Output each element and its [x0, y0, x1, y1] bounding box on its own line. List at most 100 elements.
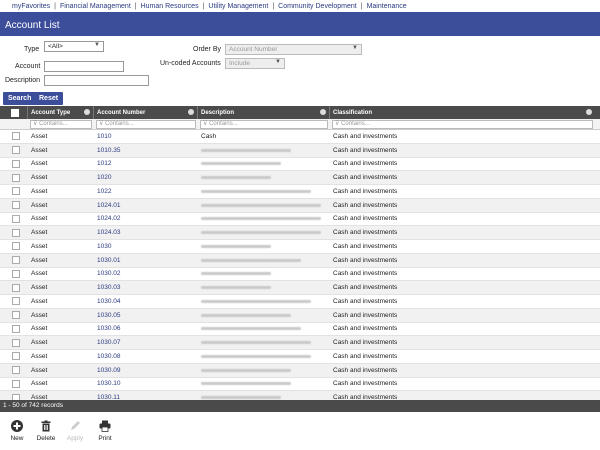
row-checkbox[interactable] [11, 352, 20, 361]
nav-human-resources[interactable]: Human Resources [141, 3, 199, 10]
cell-account-number[interactable]: 1030.07 [94, 336, 198, 349]
row-checkbox[interactable] [11, 201, 20, 210]
table-row[interactable]: Asset 1020 Cash and investments [0, 171, 600, 185]
row-checkbox[interactable] [11, 269, 20, 278]
table-row[interactable]: Asset 1030.04 Cash and investments [0, 295, 600, 309]
description-input[interactable] [44, 75, 149, 86]
cell-account-type: Asset [31, 380, 48, 388]
table-row[interactable]: Asset 1024.02 Cash and investments [0, 213, 600, 227]
account-input[interactable] [44, 61, 124, 72]
table-row[interactable]: Asset 1012 Cash and investments [0, 158, 600, 172]
cell-account-number[interactable]: 1030.06 [94, 323, 198, 336]
table-row[interactable]: Asset 1030.11 Cash and investments [0, 391, 600, 400]
row-checkbox[interactable] [11, 159, 20, 168]
table-row[interactable]: Asset 1030.03 Cash and investments [0, 281, 600, 295]
table-row[interactable]: Asset 1030 Cash and investments [0, 240, 600, 254]
cell-account-number[interactable]: 1024.03 [94, 226, 198, 239]
redacted-text [201, 368, 291, 372]
table-row[interactable]: Asset 1024.03 Cash and investments [0, 226, 600, 240]
select-all-checkbox[interactable] [11, 108, 19, 117]
cell-account-number[interactable]: 1010.35 [94, 144, 198, 157]
cell-account-type: Asset [31, 201, 48, 209]
cell-account-number[interactable]: 1030.11 [94, 391, 198, 400]
row-checkbox[interactable] [11, 228, 20, 237]
cell-classification: Cash and investments [333, 297, 398, 305]
cell-account-number[interactable]: 1022 [94, 185, 198, 198]
column-settings-icon[interactable] [84, 109, 90, 115]
row-checkbox[interactable] [11, 338, 20, 347]
redacted-text [201, 382, 291, 386]
row-checkbox[interactable] [11, 256, 20, 265]
cell-account-number[interactable]: 1030.02 [94, 268, 198, 281]
new-button[interactable]: New [5, 420, 29, 442]
cell-account-number[interactable]: 1024.01 [94, 199, 198, 212]
nav-myfavorites[interactable]: myFavorites [12, 3, 50, 10]
filter-classification-input[interactable]: ⊽ Contains... [332, 119, 593, 129]
table-row[interactable]: Asset 1024.01 Cash and investments [0, 198, 600, 213]
row-checkbox[interactable] [11, 214, 20, 223]
row-checkbox[interactable] [11, 366, 20, 375]
cell-account-number[interactable]: 1030.01 [94, 254, 198, 267]
table-row[interactable]: Asset 1010 Cash Cash and investments [0, 130, 600, 144]
search-button[interactable]: Search [3, 92, 37, 105]
column-settings-icon[interactable] [586, 109, 592, 115]
cell-account-number[interactable]: 1010 [94, 130, 198, 143]
delete-button[interactable]: Delete [34, 420, 58, 442]
col-description[interactable]: Description [198, 106, 330, 119]
uncoded-select[interactable]: Include ▼ [225, 58, 285, 69]
nav-financial-management[interactable]: Financial Management [60, 3, 131, 10]
row-checkbox[interactable] [11, 283, 20, 292]
type-select[interactable]: <All> ▼ [44, 41, 104, 52]
cell-account-number[interactable]: 1024.02 [94, 213, 198, 226]
row-checkbox[interactable] [11, 297, 20, 306]
cell-classification: Cash and investments [333, 242, 398, 250]
table-row[interactable]: Asset 1022 Cash and investments [0, 185, 600, 199]
table-row[interactable]: Asset 1030.06 Cash and investments [0, 323, 600, 337]
cell-classification: Cash and investments [333, 132, 398, 140]
apply-button[interactable]: Apply [63, 420, 87, 442]
cell-description [198, 268, 330, 281]
table-row[interactable]: Asset 1030.05 Cash and investments [0, 308, 600, 323]
reset-button[interactable]: Reset [34, 92, 64, 105]
cell-account-number[interactable]: 1020 [94, 171, 198, 184]
table-row[interactable]: Asset 1030.02 Cash and investments [0, 268, 600, 282]
cell-account-number[interactable]: 1030.08 [94, 350, 198, 363]
row-checkbox[interactable] [11, 187, 20, 196]
col-classification[interactable]: Classification [330, 106, 595, 119]
filter-account-type-input[interactable]: ⊽ Contains... [30, 119, 92, 129]
column-settings-icon[interactable] [320, 109, 326, 115]
cell-account-number[interactable]: 1030.09 [94, 364, 198, 377]
table-row[interactable]: Asset 1030.09 Cash and investments [0, 363, 600, 378]
row-checkbox[interactable] [11, 311, 20, 320]
row-checkbox[interactable] [11, 242, 20, 251]
nav-community-development[interactable]: Community Development [278, 3, 357, 10]
nav-maintenance[interactable]: Maintenance [367, 3, 407, 10]
table-row[interactable]: Asset 1030.07 Cash and investments [0, 336, 600, 350]
cell-account-number[interactable]: 1030.04 [94, 295, 198, 308]
row-checkbox[interactable] [11, 132, 20, 141]
cell-account-number[interactable]: 1030 [94, 240, 198, 253]
cell-account-type: Asset [31, 297, 48, 305]
print-button[interactable]: Print [93, 420, 117, 442]
filter-description-input[interactable]: ⊽ Contains... [200, 119, 328, 129]
orderby-select[interactable]: Account Number ▼ [225, 44, 362, 55]
row-checkbox[interactable] [11, 173, 20, 182]
cell-description [198, 185, 330, 198]
col-account-number[interactable]: Account Number [94, 106, 198, 119]
column-settings-icon[interactable] [188, 109, 194, 115]
nav-utility-management[interactable]: Utility Management [208, 3, 268, 10]
table-row[interactable]: Asset 1030.08 Cash and investments [0, 350, 600, 364]
table-row[interactable]: Asset 1030.01 Cash and investments [0, 253, 600, 268]
cell-account-number[interactable]: 1012 [94, 158, 198, 171]
cell-description [198, 350, 330, 363]
row-checkbox[interactable] [11, 379, 20, 388]
row-checkbox[interactable] [11, 324, 20, 333]
col-account-type[interactable]: Account Type [28, 106, 94, 119]
filter-account-number-input[interactable]: ⊽ Contains... [96, 119, 196, 129]
cell-account-number[interactable]: 1030.10 [94, 378, 198, 391]
table-row[interactable]: Asset 1030.10 Cash and investments [0, 378, 600, 392]
cell-account-number[interactable]: 1030.03 [94, 281, 198, 294]
cell-account-number[interactable]: 1030.05 [94, 309, 198, 322]
table-row[interactable]: Asset 1010.35 Cash and investments [0, 143, 600, 158]
row-checkbox[interactable] [11, 146, 20, 155]
